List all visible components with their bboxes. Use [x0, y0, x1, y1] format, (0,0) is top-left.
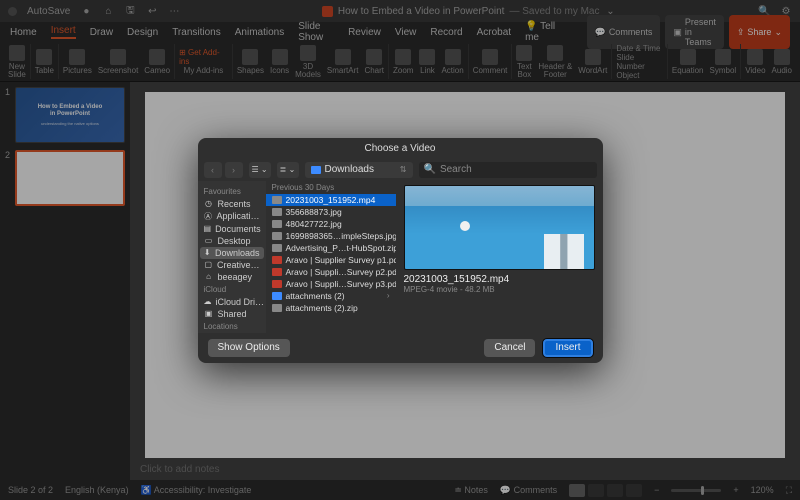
video-preview-thumbnail[interactable] — [404, 185, 595, 270]
sidebar-applications[interactable]: ⒶApplicati… — [198, 210, 266, 223]
search-icon: 🔍 — [424, 164, 436, 175]
clock-icon: ◷ — [204, 199, 214, 208]
file-row[interactable]: Advertising_P…t-HubSpot.zip — [266, 242, 396, 254]
image-file-icon — [272, 232, 282, 240]
cancel-button[interactable]: Cancel — [484, 339, 535, 357]
file-row[interactable]: attachments (2).zip — [266, 302, 396, 314]
file-row[interactable]: Aravo | Suppli…Survey p2.pdf — [266, 266, 396, 278]
file-group-header: Previous 30 Days — [266, 181, 396, 194]
nav-forward-button[interactable]: › — [225, 162, 243, 178]
sidebar-documents[interactable]: ▤Documents — [198, 223, 266, 235]
downloads-icon: ⬇ — [204, 248, 211, 257]
file-row-selected[interactable]: 20231003_151952.mp4 — [266, 194, 396, 206]
file-row[interactable]: attachments (2)› — [266, 290, 396, 302]
documents-icon: ▤ — [204, 224, 212, 233]
choose-video-dialog: Choose a Video ‹ › ☰ ⌄ ≣ ⌄ Downloads⇅ 🔍 S… — [198, 138, 603, 363]
search-input[interactable]: 🔍 Search — [419, 162, 597, 178]
insert-button[interactable]: Insert — [543, 339, 592, 357]
pdf-file-icon — [272, 280, 282, 288]
dialog-toolbar: ‹ › ☰ ⌄ ≣ ⌄ Downloads⇅ 🔍 Search — [198, 159, 603, 181]
dialog-footer: Show Options Cancel Insert — [198, 333, 603, 363]
image-file-icon — [272, 208, 282, 216]
preview-metadata: MPEG-4 movie - 48.2 MB — [404, 285, 595, 294]
file-row[interactable]: 480427722.jpg — [266, 218, 396, 230]
group-button[interactable]: ≣ ⌄ — [277, 162, 299, 178]
sidebar-user[interactable]: ⌂beeagey — [198, 271, 266, 283]
column-view-button[interactable]: ☰ ⌄ — [249, 162, 271, 178]
video-file-icon — [272, 196, 282, 204]
file-row[interactable]: Aravo | Suppli…Survey p3.pdf — [266, 278, 396, 290]
sidebar-header-icloud: iCloud — [198, 283, 266, 296]
file-row[interactable]: 1699898365…impleSteps.jpg — [266, 230, 396, 242]
folder-icon — [311, 166, 321, 174]
desktop-icon: ▭ — [204, 236, 214, 245]
sidebar-header-favourites: Favourites — [198, 185, 266, 198]
sidebar-desktop[interactable]: ▭Desktop — [198, 235, 266, 247]
sidebar-creative[interactable]: ▢Creative… — [198, 259, 266, 271]
folder-icon: ▢ — [204, 260, 213, 269]
apps-icon: Ⓐ — [204, 211, 213, 222]
file-preview: 20231003_151952.mp4 MPEG-4 movie - 48.2 … — [396, 181, 603, 333]
image-file-icon — [272, 220, 282, 228]
dialog-body: Favourites ◷Recents ⒶApplicati… ▤Documen… — [198, 181, 603, 333]
finder-sidebar: Favourites ◷Recents ⒶApplicati… ▤Documen… — [198, 181, 266, 333]
zip-file-icon — [272, 244, 282, 252]
preview-filename: 20231003_151952.mp4 — [404, 274, 595, 285]
pdf-file-icon — [272, 268, 282, 276]
pdf-file-icon — [272, 256, 282, 264]
folder-file-icon — [272, 292, 282, 300]
sidebar-header-locations: Locations — [198, 320, 266, 333]
chevron-right-icon: › — [387, 291, 390, 300]
sidebar-iclouddrive[interactable]: ☁iCloud Dri… — [198, 296, 266, 308]
location-dropdown[interactable]: Downloads⇅ — [305, 162, 413, 178]
sidebar-recents[interactable]: ◷Recents — [198, 198, 266, 210]
modal-overlay: Choose a Video ‹ › ☰ ⌄ ≣ ⌄ Downloads⇅ 🔍 S… — [0, 0, 800, 500]
file-row[interactable]: 356688873.jpg — [266, 206, 396, 218]
sidebar-shared[interactable]: ▣Shared — [198, 308, 266, 320]
show-options-button[interactable]: Show Options — [208, 339, 290, 357]
search-placeholder: Search — [440, 164, 472, 175]
dialog-title: Choose a Video — [198, 138, 603, 159]
shared-icon: ▣ — [204, 309, 214, 318]
cloud-icon: ☁ — [204, 297, 212, 306]
nav-back-button[interactable]: ‹ — [204, 162, 222, 178]
file-column: Previous 30 Days 20231003_151952.mp4 356… — [266, 181, 396, 333]
sidebar-downloads[interactable]: ⬇Downloads — [200, 247, 264, 259]
home-icon: ⌂ — [204, 272, 214, 281]
chevron-updown-icon: ⇅ — [400, 165, 407, 174]
zip-file-icon — [272, 304, 282, 312]
file-row[interactable]: Aravo | Supplier Survey p1.pdf — [266, 254, 396, 266]
